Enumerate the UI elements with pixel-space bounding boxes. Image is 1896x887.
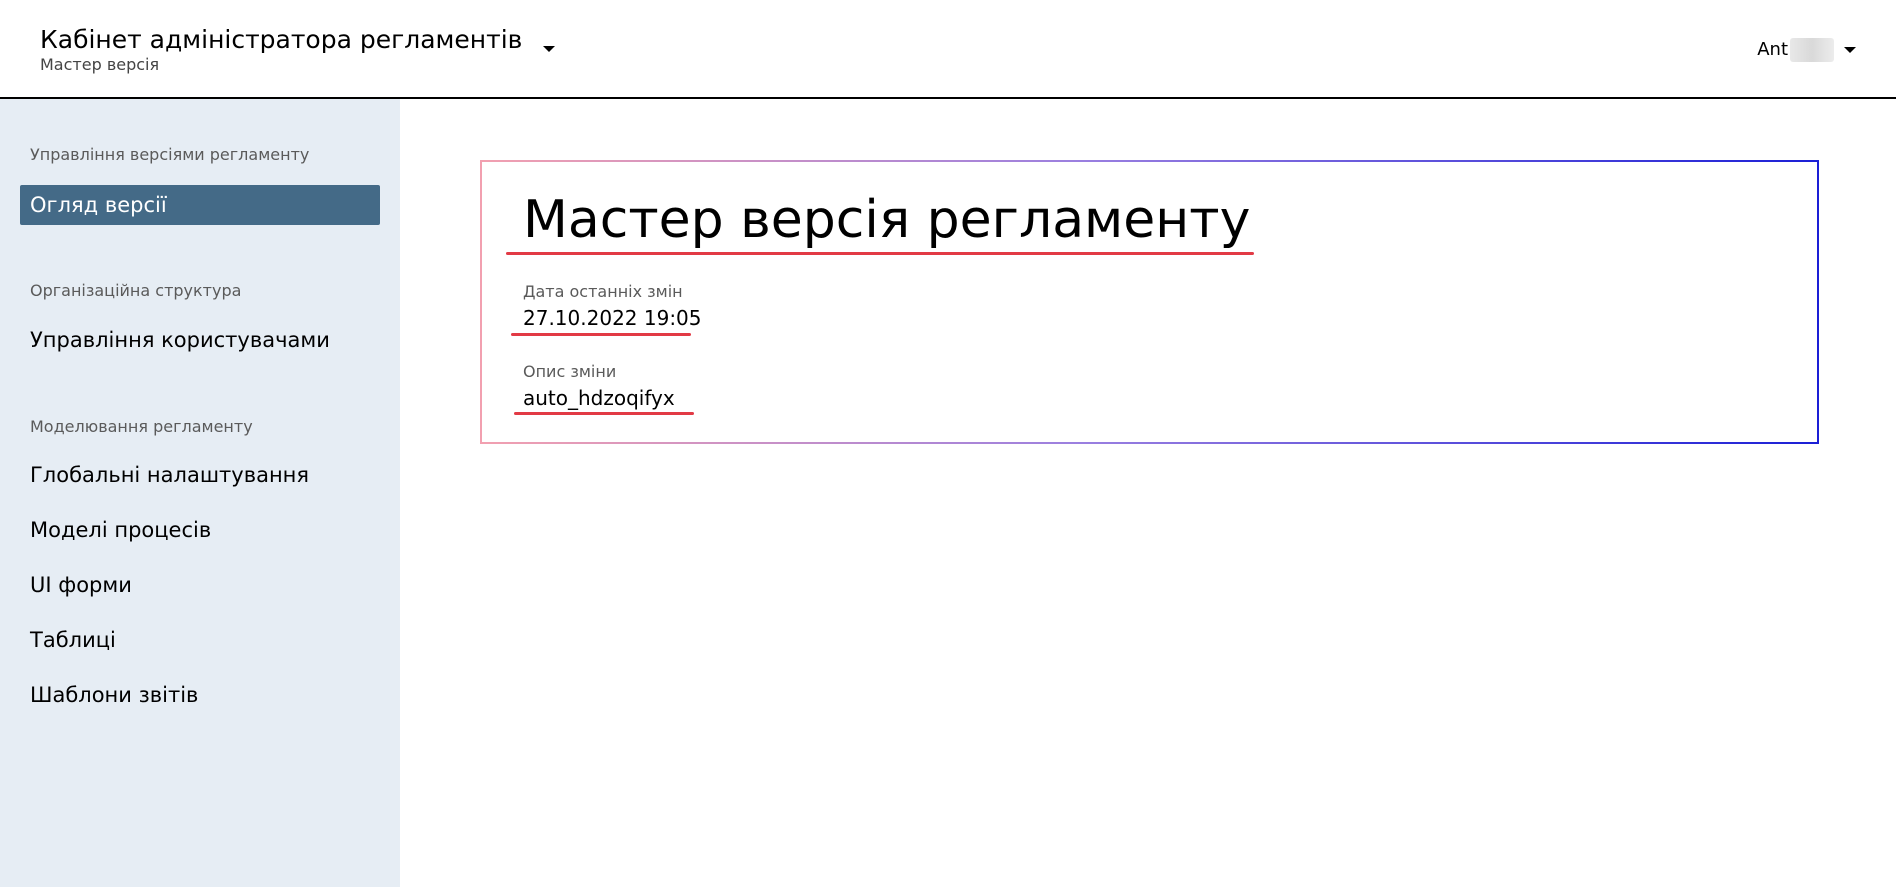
field-label-change-description: Опис зміни: [523, 362, 617, 381]
app-title-block: Кабінет адміністратора регламентів Масте…: [40, 24, 522, 74]
sidebar-item-version-overview[interactable]: Огляд версії: [20, 185, 380, 225]
user-name-redacted: [1790, 38, 1834, 62]
page-title: Мастер версія регламенту: [523, 190, 1251, 250]
sidebar-item-report-templates[interactable]: Шаблони звітів: [30, 681, 198, 709]
annotation-underline: [506, 252, 1254, 255]
annotation-underline: [511, 333, 691, 336]
sidebar-section-title: Моделювання регламенту: [30, 417, 253, 436]
app-title: Кабінет адміністратора регламентів: [40, 25, 523, 54]
user-name: Ant: [1757, 39, 1788, 60]
annotation-underline: [514, 412, 694, 415]
version-card: Мастер версія регламенту Дата останніх з…: [480, 160, 1819, 444]
sidebar-item-user-management[interactable]: Управління користувачами: [30, 326, 330, 354]
field-value-last-changed: 27.10.2022 19:05: [523, 306, 702, 330]
sidebar-item-process-models[interactable]: Моделі процесів: [30, 516, 211, 544]
field-value-change-description: auto_hdzoqifyx: [523, 386, 675, 410]
sidebar-item-global-settings[interactable]: Глобальні налаштування: [30, 461, 309, 489]
sidebar-section-title: Управління версіями регламенту: [30, 145, 310, 164]
sidebar-item-ui-forms[interactable]: UI форми: [30, 571, 132, 599]
field-label-last-changed: Дата останніх змін: [523, 282, 683, 301]
app-switcher[interactable]: Кабінет адміністратора регламентів Масте…: [40, 24, 556, 74]
main-content: Мастер версія регламенту Дата останніх з…: [400, 99, 1896, 887]
sidebar: Управління версіями регламенту Огляд вер…: [0, 99, 400, 887]
caret-down-icon[interactable]: [1844, 47, 1856, 53]
app-header: Кабінет адміністратора регламентів Масте…: [0, 0, 1896, 99]
app-subtitle: Мастер версія: [40, 55, 160, 74]
sidebar-section-title: Організаційна структура: [30, 281, 242, 300]
caret-down-icon[interactable]: [543, 46, 556, 52]
sidebar-item-tables[interactable]: Таблиці: [30, 626, 116, 654]
user-menu[interactable]: Ant: [1757, 38, 1856, 62]
